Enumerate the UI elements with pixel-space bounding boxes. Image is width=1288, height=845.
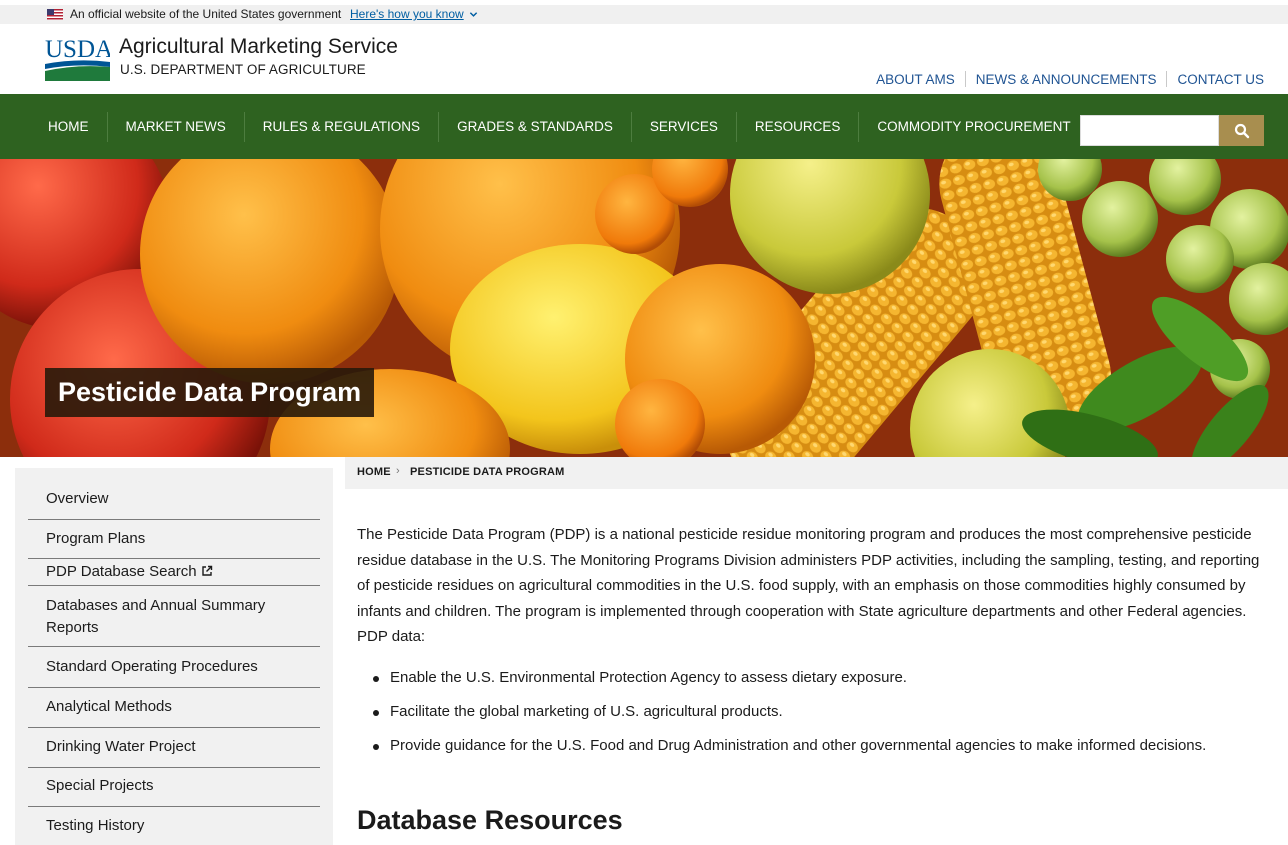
sidebar-item-databases-annual-reports[interactable]: Databases and Annual Summary Reports xyxy=(28,595,320,639)
main-nav: HOME MARKET NEWS RULES & REGULATIONS GRA… xyxy=(0,94,1288,159)
news-announcements-link[interactable]: NEWS & ANNOUNCEMENTS xyxy=(976,72,1157,87)
pdp-data-list: Enable the U.S. Environmental Protection… xyxy=(373,667,1280,769)
sidebar-item-overview[interactable]: Overview xyxy=(28,488,320,510)
sidebar-item-analytical-methods[interactable]: Analytical Methods xyxy=(28,696,320,718)
utility-nav: ABOUT AMS NEWS & ANNOUNCEMENTS CONTACT U… xyxy=(876,71,1264,87)
contact-us-link[interactable]: CONTACT US xyxy=(1177,72,1264,87)
sidebar-item-special-projects[interactable]: Special Projects xyxy=(28,775,320,797)
gov-banner-text: An official website of the United States… xyxy=(70,7,342,21)
site-subtitle: U.S. DEPARTMENT OF AGRICULTURE xyxy=(120,62,366,77)
page-title: Pesticide Data Program xyxy=(45,368,375,417)
sidebar-divider xyxy=(28,646,320,647)
breadcrumb-home-link[interactable]: HOME xyxy=(357,466,391,478)
external-link-icon xyxy=(201,565,212,576)
usda-logo[interactable]: USDA xyxy=(45,36,110,81)
gov-banner: An official website of the United States… xyxy=(0,5,1288,24)
utility-divider xyxy=(1166,71,1168,87)
search-button[interactable] xyxy=(1219,115,1264,146)
sidebar-divider xyxy=(28,585,320,586)
nav-item-market-news[interactable]: MARKET NEWS xyxy=(106,111,244,142)
breadcrumb-separator: › xyxy=(396,465,400,477)
list-item: Provide guidance for the U.S. Food and D… xyxy=(373,735,1280,757)
sidebar-divider xyxy=(28,806,320,807)
list-item: Enable the U.S. Environmental Protection… xyxy=(373,667,1280,689)
about-ams-link[interactable]: ABOUT AMS xyxy=(876,72,955,87)
hero-banner: Pesticide Data Program xyxy=(0,159,1288,457)
chevron-down-icon xyxy=(469,12,477,18)
sidebar-divider xyxy=(28,727,320,728)
svg-text:USDA: USDA xyxy=(45,36,110,63)
search-input[interactable] xyxy=(1080,115,1219,146)
sidebar-divider xyxy=(28,519,320,520)
intro-paragraph: The Pesticide Data Program (PDP) is a na… xyxy=(357,526,1260,645)
nav-item-home[interactable]: HOME xyxy=(30,112,107,142)
nav-item-resources[interactable]: RESOURCES xyxy=(735,111,859,142)
sidebar-divider xyxy=(28,767,320,768)
breadcrumb: HOME › PESTICIDE DATA PROGRAM xyxy=(345,457,1288,489)
site-name[interactable]: Agricultural Marketing Service xyxy=(119,35,398,59)
breadcrumb-current: PESTICIDE DATA PROGRAM xyxy=(410,466,565,478)
sidebar-item-pdp-database-search[interactable]: PDP Database Search xyxy=(28,561,320,583)
sidebar-divider xyxy=(28,558,320,559)
sidebar-item-testing-history[interactable]: Testing History xyxy=(28,815,320,837)
nav-item-services[interactable]: SERVICES xyxy=(630,111,736,142)
nav-item-rules-regulations[interactable]: RULES & REGULATIONS xyxy=(243,111,438,142)
sidebar-item-standard-operating-procedures[interactable]: Standard Operating Procedures xyxy=(28,656,320,678)
us-flag-icon xyxy=(47,9,63,20)
sidebar-item-drinking-water-project[interactable]: Drinking Water Project xyxy=(28,736,320,758)
nav-item-grades-standards[interactable]: GRADES & STANDARDS xyxy=(438,111,631,142)
heres-how-you-know-link[interactable]: Here's how you know xyxy=(350,7,478,21)
nav-item-commodity-procurement[interactable]: COMMODITY PROCUREMENT xyxy=(858,111,1088,142)
sidebar-nav: Overview Program Plans PDP Database Sear… xyxy=(15,468,333,845)
utility-divider xyxy=(964,71,966,87)
sidebar-item-program-plans[interactable]: Program Plans xyxy=(28,528,320,550)
search-icon xyxy=(1234,123,1249,138)
sidebar-divider xyxy=(28,687,320,688)
list-item: Facilitate the global marketing of U.S. … xyxy=(373,701,1280,723)
database-resources-heading: Database Resources xyxy=(357,805,623,835)
